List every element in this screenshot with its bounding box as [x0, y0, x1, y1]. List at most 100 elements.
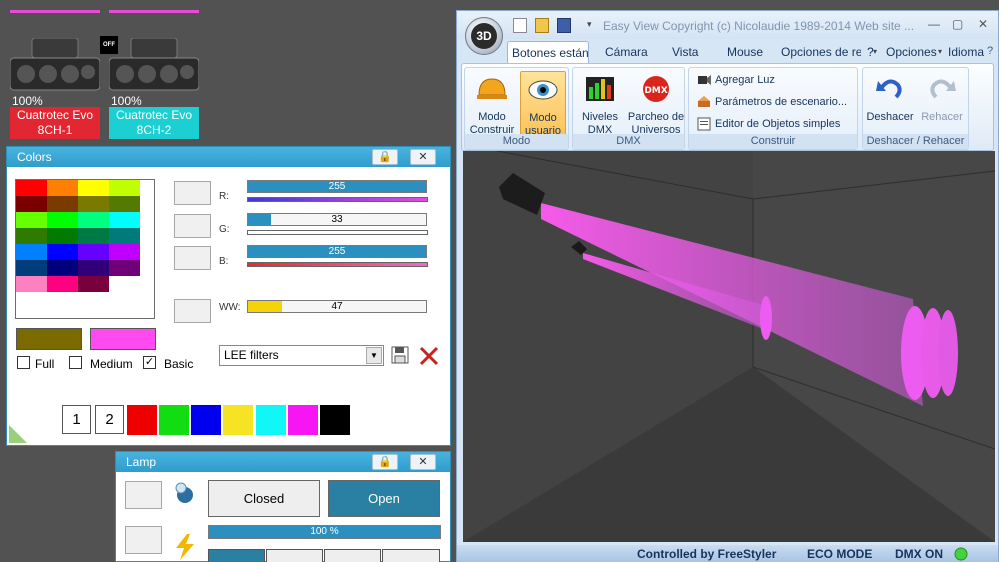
chevron-down-icon[interactable]: ▼ [366, 347, 382, 364]
palette-swatch[interactable] [47, 276, 78, 292]
color-palette[interactable] [15, 179, 155, 319]
quick-color-yellow[interactable] [223, 405, 253, 435]
tab-camara[interactable]: Cámara [601, 41, 652, 63]
palette-swatch[interactable] [109, 180, 140, 196]
palette-swatch[interactable] [16, 260, 47, 276]
palette-swatch[interactable] [47, 244, 78, 260]
close-icon[interactable]: ✕ [410, 149, 436, 165]
palette-swatch[interactable] [109, 212, 140, 228]
palette-swatch[interactable] [47, 228, 78, 244]
palette-swatch[interactable] [78, 180, 109, 196]
preset-color-2[interactable] [90, 328, 156, 350]
g-channel-button[interactable] [174, 214, 211, 238]
quick-color-magenta[interactable] [288, 405, 318, 435]
colors-panel: Colors 🔒 ✕ R: 255 G: 33 B: 255 WW: 47 Fu… [6, 146, 451, 446]
page-button-1[interactable]: 1 [62, 405, 91, 434]
lock-icon[interactable]: 🔒 [372, 454, 398, 470]
lock-icon[interactable]: 🔒 [372, 149, 398, 165]
palette-swatch[interactable] [16, 228, 47, 244]
palette-swatch[interactable] [47, 196, 78, 212]
b-channel-slider[interactable]: 255 [247, 245, 427, 258]
palette-swatch[interactable] [78, 196, 109, 212]
full-checkbox[interactable] [17, 356, 30, 369]
palette-swatch[interactable] [47, 260, 78, 276]
closed-button[interactable]: Closed [208, 480, 320, 517]
palette-swatch[interactable] [109, 196, 140, 212]
niveles-dmx-button[interactable]: Niveles DMX [577, 71, 623, 136]
palette-swatch[interactable] [16, 212, 47, 228]
lamp-preset-button-2[interactable] [266, 549, 323, 562]
lamp-power-button[interactable] [125, 526, 162, 554]
opciones-chevron-icon[interactable]: ▾ [938, 47, 942, 56]
parcheo-universos-button[interactable]: DMX Parcheo de Universos [627, 71, 685, 136]
delete-icon[interactable] [418, 345, 440, 367]
deshacer-button[interactable]: Deshacer [865, 71, 915, 135]
modo-usuario-button[interactable]: Modo usuario [520, 71, 566, 137]
preset-color-1[interactable] [16, 328, 82, 350]
palette-swatch[interactable] [109, 276, 140, 292]
quick-color-green[interactable] [159, 405, 189, 435]
lamp-preset-button-3[interactable] [324, 549, 381, 562]
save-icon[interactable] [557, 18, 571, 33]
palette-swatch[interactable] [78, 244, 109, 260]
resize-grip-icon[interactable] [9, 425, 27, 443]
tab-opciones-render[interactable]: Opciones de re [777, 41, 861, 63]
fixture-2[interactable]: 100% Cuatrotec Evo 8CH-2 [109, 10, 199, 139]
palette-swatch[interactable] [47, 180, 78, 196]
palette-swatch[interactable] [78, 228, 109, 244]
lamp-intensity-slider[interactable]: 100 % [208, 525, 441, 539]
new-file-icon[interactable] [513, 18, 527, 33]
ww-channel-slider[interactable]: 47 [247, 300, 427, 313]
parametros-escenario-button[interactable]: Parámetros de escenario... [697, 93, 847, 111]
save-icon[interactable] [391, 346, 409, 364]
quick-color-black[interactable] [320, 405, 350, 435]
agregar-luz-button[interactable]: Agregar Luz [697, 71, 775, 89]
quick-color-blue[interactable] [191, 405, 221, 435]
lamp-preset-button-4[interactable] [382, 549, 440, 562]
tab-botones[interactable]: Botones están [507, 41, 589, 63]
lamp-shutter-button[interactable] [125, 481, 162, 509]
page-button-2[interactable]: 2 [95, 405, 124, 434]
palette-swatch[interactable] [78, 212, 109, 228]
rehacer-button[interactable]: Rehacer [917, 71, 967, 135]
fixture-1[interactable]: 100% Cuatrotec Evo 8CH-1 [10, 10, 100, 139]
r-channel-slider[interactable]: 255 [247, 180, 427, 193]
3d-viewport[interactable] [463, 151, 995, 542]
ribbon-tabs-chevron-icon[interactable]: ▾ [873, 47, 877, 56]
maximize-icon[interactable]: ▢ [952, 17, 963, 31]
minimize-icon[interactable]: — [928, 17, 940, 31]
quick-access-menu-icon[interactable]: ▾ [587, 19, 592, 30]
tab-mouse[interactable]: Mouse [723, 41, 767, 63]
help-menu-icon[interactable]: ? [987, 45, 993, 57]
basic-checkbox[interactable]: ✓ [143, 356, 156, 369]
close-icon[interactable]: ✕ [410, 454, 436, 470]
filter-select[interactable]: LEE filters ▼ [219, 345, 384, 366]
palette-swatch[interactable] [78, 260, 109, 276]
ww-channel-button[interactable] [174, 299, 211, 323]
palette-swatch[interactable] [16, 180, 47, 196]
palette-swatch[interactable] [16, 276, 47, 292]
palette-swatch[interactable] [109, 228, 140, 244]
editor-objetos-button[interactable]: Editor de Objetos simples [697, 115, 840, 133]
b-channel-button[interactable] [174, 246, 211, 270]
tab-opciones[interactable]: Opciones [882, 41, 941, 63]
modo-construir-button[interactable]: Modo Construir [469, 71, 515, 136]
quick-color-cyan[interactable] [256, 405, 286, 435]
open-button[interactable]: Open [328, 480, 440, 517]
r-channel-button[interactable] [174, 181, 211, 205]
g-channel-slider[interactable]: 33 [247, 213, 427, 226]
palette-swatch[interactable] [16, 244, 47, 260]
lamp-preset-button-1[interactable] [208, 549, 265, 562]
palette-swatch[interactable] [78, 276, 109, 292]
tab-vista[interactable]: Vista [668, 41, 702, 63]
palette-swatch[interactable] [47, 212, 78, 228]
quick-color-red[interactable] [127, 405, 157, 435]
palette-swatch[interactable] [109, 244, 140, 260]
palette-swatch[interactable] [16, 196, 47, 212]
medium-checkbox[interactable] [69, 356, 82, 369]
close-icon[interactable]: ✕ [978, 17, 988, 31]
status-bar: Controlled by FreeStyler ECO MODE DMX ON [457, 545, 998, 562]
palette-swatch[interactable] [109, 260, 140, 276]
tab-idioma[interactable]: Idioma [944, 41, 988, 63]
open-folder-icon[interactable] [535, 18, 549, 33]
